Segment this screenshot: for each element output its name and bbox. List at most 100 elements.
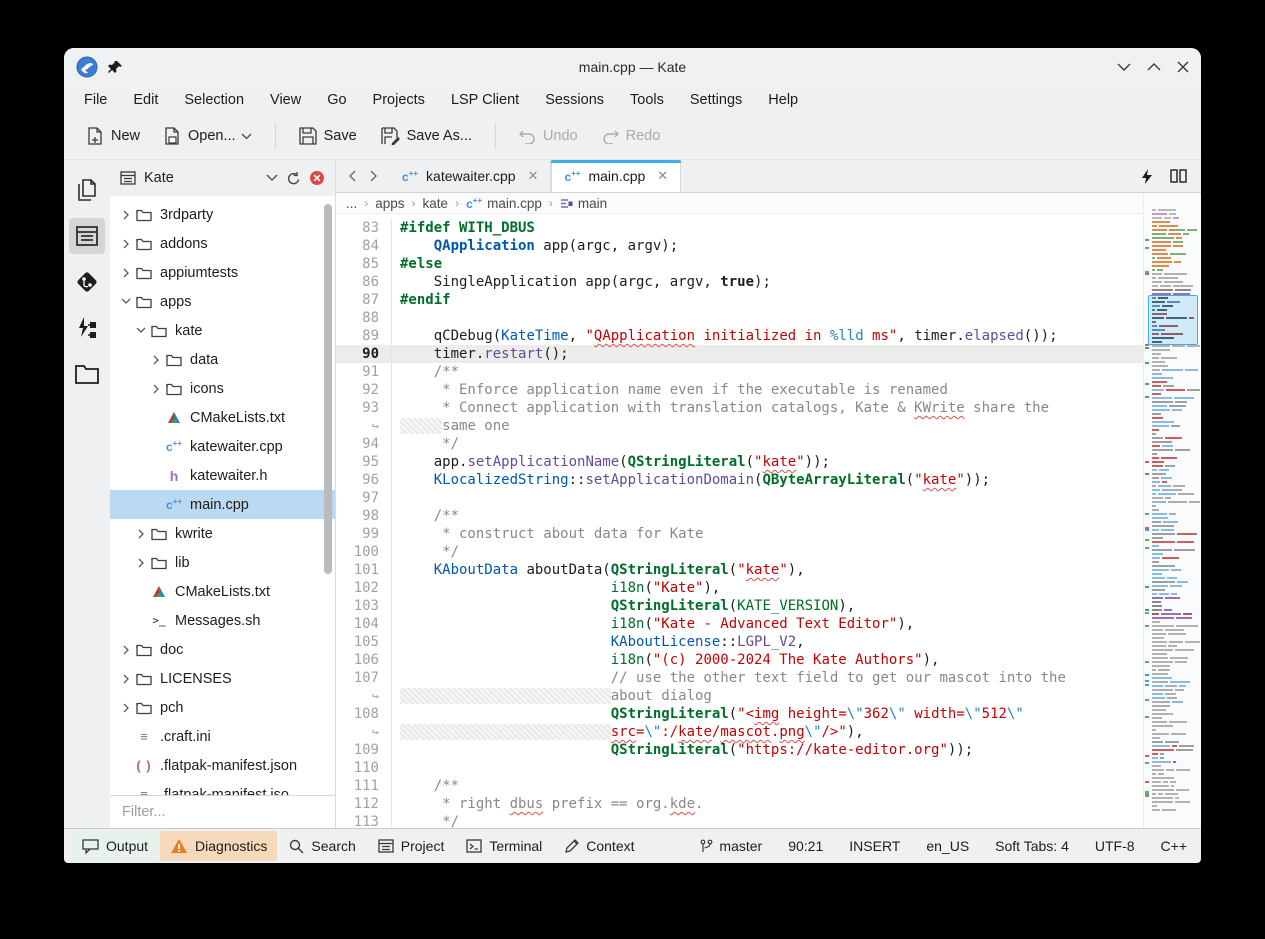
tree-item-3rdparty[interactable]: 3rdparty bbox=[110, 200, 335, 229]
tree-item-.flatpak-manifest.jso[interactable]: ≡.flatpak-manifest.jso bbox=[110, 780, 335, 795]
expand-arrow-icon[interactable] bbox=[148, 355, 164, 365]
code-line-107[interactable]: 107 // use the other text field to get o… bbox=[336, 669, 1143, 687]
tree-item-.craft.ini[interactable]: ≡.craft.ini bbox=[110, 722, 335, 751]
code-line-111[interactable]: 111 /** bbox=[336, 777, 1143, 795]
statusbar-toggle-search[interactable]: Search bbox=[279, 831, 365, 861]
statusbar-toggle-output[interactable]: Output bbox=[72, 831, 158, 861]
menu-sessions[interactable]: Sessions bbox=[545, 92, 604, 108]
statusbar-toggle-terminal[interactable]: Terminal bbox=[456, 831, 552, 861]
code-line-91[interactable]: 91 /** bbox=[336, 363, 1143, 381]
code-line-86[interactable]: 86 SingleApplication app(argc, argv, tru… bbox=[336, 273, 1143, 291]
dock-documents-icon[interactable] bbox=[69, 172, 105, 208]
close-button[interactable] bbox=[1177, 61, 1189, 73]
dock-external-tools-icon[interactable] bbox=[69, 310, 105, 346]
menu-go[interactable]: Go bbox=[327, 92, 346, 108]
tree-item-addons[interactable]: addons bbox=[110, 229, 335, 258]
menu-help[interactable]: Help bbox=[768, 92, 798, 108]
tree-item-apps[interactable]: apps bbox=[110, 287, 335, 316]
tree-item-messages.sh[interactable]: >_Messages.sh bbox=[110, 606, 335, 635]
tab-close-icon[interactable]: ✕ bbox=[653, 168, 668, 184]
code-line-105[interactable]: 105 KAboutLicense::LGPL_V2, bbox=[336, 633, 1143, 651]
code-line-84[interactable]: 84 QApplication app(argc, argv); bbox=[336, 237, 1143, 255]
minimap-viewport[interactable] bbox=[1148, 295, 1198, 345]
code-line-112[interactable]: 112 * right dbus prefix == org.kde. bbox=[336, 795, 1143, 813]
code-line-83[interactable]: 83#ifdef WITH_DBUS bbox=[336, 219, 1143, 237]
tree-item-cmakelists.txt[interactable]: CMakeLists.txt bbox=[110, 577, 335, 606]
code-line-88[interactable]: 88 bbox=[336, 309, 1143, 327]
expand-arrow-icon[interactable] bbox=[118, 239, 134, 249]
code-line-103[interactable]: 103 QStringLiteral(KATE_VERSION), bbox=[336, 597, 1143, 615]
tab-next-icon[interactable] bbox=[370, 170, 378, 182]
dock-projects-icon[interactable] bbox=[69, 218, 105, 254]
code-line-93[interactable]: 93 * Connect application with translatio… bbox=[336, 399, 1143, 417]
code-line-87[interactable]: 87#endif bbox=[336, 291, 1143, 309]
breadcrumb--[interactable]: ... bbox=[346, 196, 357, 211]
code-line-106[interactable]: 106 i18n("(c) 2000-2024 The Kate Authors… bbox=[336, 651, 1143, 669]
tree-item-katewaiter.h[interactable]: hkatewaiter.h bbox=[110, 461, 335, 490]
tab-katewaiter.cpp[interactable]: c++katewaiter.cpp✕ bbox=[390, 160, 551, 192]
open-button[interactable]: Open... bbox=[155, 120, 261, 152]
code-line-100[interactable]: 100 */ bbox=[336, 543, 1143, 561]
menu-settings[interactable]: Settings bbox=[690, 92, 742, 108]
undo-button[interactable]: Undo bbox=[510, 121, 587, 151]
new-button[interactable]: New bbox=[78, 120, 149, 152]
expand-arrow-icon[interactable] bbox=[133, 558, 149, 568]
statusbar-soft-tabs-4[interactable]: Soft Tabs: 4 bbox=[995, 838, 1069, 854]
dock-filesystem-icon[interactable] bbox=[69, 356, 105, 392]
code-line-101[interactable]: 101 KAboutData aboutData(QStringLiteral(… bbox=[336, 561, 1143, 579]
close-red-icon[interactable] bbox=[309, 170, 325, 186]
collapse-arrow-icon[interactable] bbox=[133, 327, 149, 334]
menu-projects[interactable]: Projects bbox=[373, 92, 425, 108]
statusbar-insert[interactable]: INSERT bbox=[849, 838, 900, 854]
code-line-92[interactable]: 92 * Enforce application name even if th… bbox=[336, 381, 1143, 399]
breadcrumb-main-cpp[interactable]: c++main.cpp bbox=[466, 196, 542, 211]
menu-tools[interactable]: Tools bbox=[630, 92, 664, 108]
save-as-button[interactable]: Save As... bbox=[372, 120, 481, 152]
minimap-column[interactable] bbox=[1143, 193, 1201, 828]
dock-git-icon[interactable] bbox=[69, 264, 105, 300]
expand-arrow-icon[interactable] bbox=[118, 210, 134, 220]
titlebar[interactable]: main.cpp — Kate bbox=[64, 48, 1201, 86]
code-line-98[interactable]: 98 /** bbox=[336, 507, 1143, 525]
tab-close-icon[interactable]: ✕ bbox=[524, 168, 539, 184]
code-line-104[interactable]: 104 i18n("Kate - Advanced Text Editor"), bbox=[336, 615, 1143, 633]
tree-item-cmakelists.txt[interactable]: CMakeLists.txt bbox=[110, 403, 335, 432]
code-line-113[interactable]: 113 */ bbox=[336, 813, 1143, 828]
menu-view[interactable]: View bbox=[270, 92, 301, 108]
filter-input[interactable] bbox=[110, 804, 335, 820]
refresh-icon[interactable] bbox=[286, 171, 301, 186]
code-line-109[interactable]: 109 QStringLiteral("https://kate-editor.… bbox=[336, 741, 1143, 759]
tree-item-kwrite[interactable]: kwrite bbox=[110, 519, 335, 548]
tree-item-pch[interactable]: pch bbox=[110, 693, 335, 722]
tab-main.cpp[interactable]: c++main.cpp✕ bbox=[551, 160, 681, 192]
menu-lsp-client[interactable]: LSP Client bbox=[451, 92, 519, 108]
tree-item-doc[interactable]: doc bbox=[110, 635, 335, 664]
tree-item-katewaiter.cpp[interactable]: c++katewaiter.cpp bbox=[110, 432, 335, 461]
tree-item-main.cpp[interactable]: c++main.cpp bbox=[110, 490, 335, 519]
code-line-95[interactable]: 95 app.setApplicationName(QStringLiteral… bbox=[336, 453, 1143, 471]
chevron-down-icon[interactable] bbox=[266, 174, 278, 182]
maximize-button[interactable] bbox=[1147, 62, 1161, 72]
menu-edit[interactable]: Edit bbox=[133, 92, 158, 108]
code-line-94[interactable]: 94 */ bbox=[336, 435, 1143, 453]
statusbar-toggle-diagnostics[interactable]: Diagnostics bbox=[160, 831, 277, 861]
tree-item-appiumtests[interactable]: appiumtests bbox=[110, 258, 335, 287]
statusbar-toggle-context[interactable]: Context bbox=[554, 831, 644, 861]
save-button[interactable]: Save bbox=[290, 120, 366, 152]
split-view-icon[interactable] bbox=[1170, 169, 1187, 183]
statusbar-c-[interactable]: C++ bbox=[1161, 838, 1187, 854]
code-line-89[interactable]: 89 qCDebug(KateTime, "QApplication initi… bbox=[336, 327, 1143, 345]
code-line-↪[interactable]: ↪ same one bbox=[336, 417, 1143, 435]
statusbar-toggle-project[interactable]: Project bbox=[368, 831, 455, 861]
collapse-arrow-icon[interactable] bbox=[118, 298, 134, 305]
tree-scrollbar[interactable] bbox=[324, 204, 332, 574]
code-line-90[interactable]: 90 timer.restart(); bbox=[336, 345, 1143, 363]
code-line-110[interactable]: 110 bbox=[336, 759, 1143, 777]
tree-item-data[interactable]: data bbox=[110, 345, 335, 374]
code-line-108[interactable]: 108 QStringLiteral("<img height=\"362\" … bbox=[336, 705, 1143, 723]
code-line-↪[interactable]: ↪ about dialog bbox=[336, 687, 1143, 705]
statusbar-master[interactable]: master bbox=[700, 838, 762, 854]
menu-file[interactable]: File bbox=[84, 92, 107, 108]
tree-item-.flatpak-manifest.json[interactable]: ( ).flatpak-manifest.json bbox=[110, 751, 335, 780]
expand-arrow-icon[interactable] bbox=[118, 645, 134, 655]
